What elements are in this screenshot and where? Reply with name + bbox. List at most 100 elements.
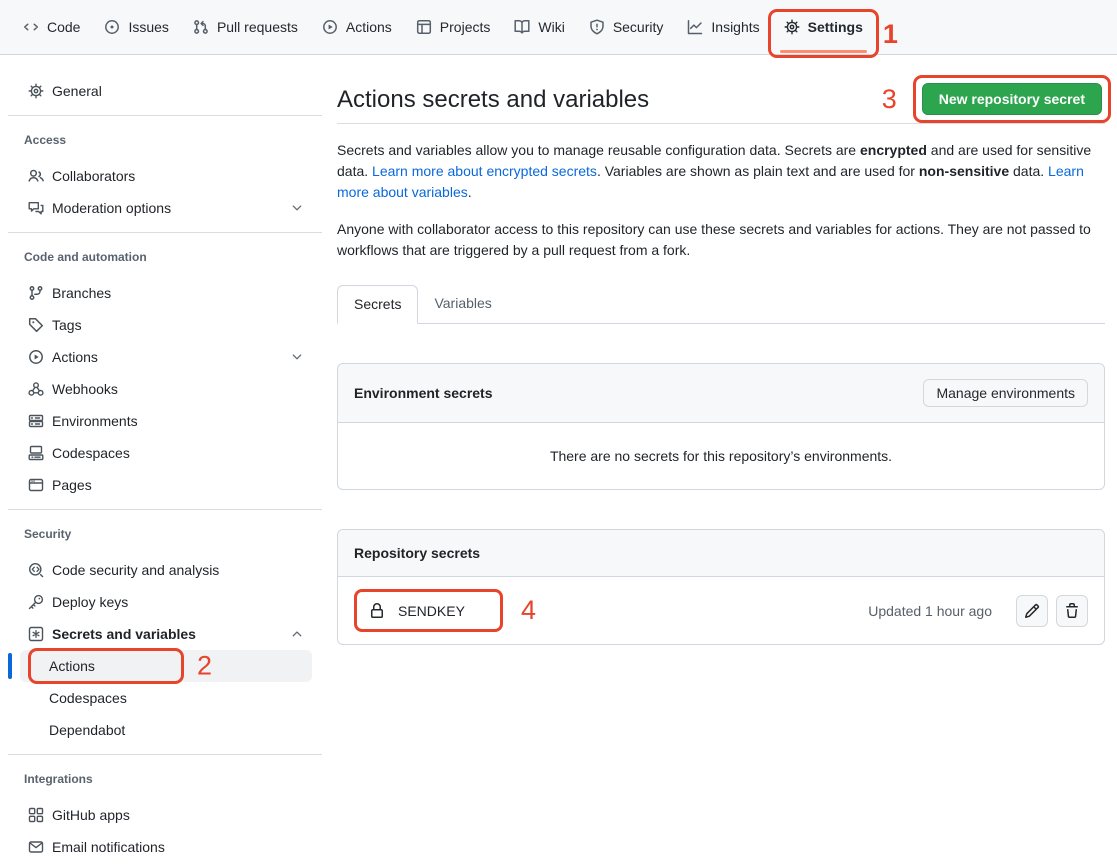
environment-secrets-header: Environment secrets Manage environments	[338, 364, 1104, 423]
sidebar-item-label: Deploy keys	[52, 594, 128, 610]
annotation-box-4: SENDKEY	[354, 589, 503, 632]
shield-icon	[589, 19, 605, 35]
nav-item-settings[interactable]: Settings1	[775, 0, 872, 54]
issue-opened-icon	[104, 19, 120, 35]
secrets-variables-tabs: SecretsVariables	[337, 285, 1105, 324]
sidebar-item-webhooks[interactable]: Webhooks	[20, 373, 312, 405]
codespaces-icon	[28, 445, 44, 461]
book-icon	[514, 19, 530, 35]
settings-sidebar: GeneralAccessCollaboratorsModeration opt…	[0, 55, 330, 863]
annotation-number-2: 2	[197, 653, 212, 680]
page-title: Actions secrets and variables	[337, 84, 649, 115]
comment-discussion-icon	[28, 200, 44, 216]
sidebar-item-label: Actions	[52, 349, 98, 365]
sidebar-item-label: Secrets and variables	[52, 626, 196, 642]
intro-text-segment: Secrets and variables allow you to manag…	[337, 142, 860, 158]
sidebar-item-label: Code security and analysis	[52, 562, 219, 578]
code-icon	[23, 19, 39, 35]
top-nav-list: Code Issues Pull requests Actions Projects Wi…	[14, 0, 872, 54]
nav-item-security[interactable]: Security	[580, 0, 673, 54]
sidebar-divider	[8, 232, 322, 233]
nav-item-label: Issues	[128, 19, 168, 35]
sidebar-item-label: Webhooks	[52, 381, 118, 397]
sidebar-section-header-code-and-automation: Code and automation	[24, 249, 306, 265]
sidebar-item-tags[interactable]: Tags	[20, 309, 312, 341]
sidebar-item-email-notifications[interactable]: Email notifications	[20, 831, 312, 863]
git-branch-icon	[28, 285, 44, 301]
sidebar-item-branches[interactable]: Branches	[20, 277, 312, 309]
environment-secrets-empty-message: There are no secrets for this repository…	[338, 423, 1104, 489]
sidebar-item-general[interactable]: General	[20, 75, 312, 107]
chevron-up-icon	[290, 627, 304, 641]
sidebar-divider	[8, 754, 322, 755]
sidebar-item-github-apps[interactable]: GitHub apps	[20, 799, 312, 831]
tab-secrets[interactable]: Secrets	[337, 285, 418, 324]
intro-text-segment: .	[468, 184, 472, 200]
sidebar-item-environments[interactable]: Environments	[20, 405, 312, 437]
key-asterisk-icon	[28, 626, 44, 642]
tag-icon	[28, 317, 44, 333]
trash-icon	[1064, 603, 1080, 619]
tab-variables[interactable]: Variables	[418, 285, 507, 324]
sidebar-subitem-secrets-and-variables-dependabot[interactable]: Dependabot	[20, 714, 312, 746]
sidebar-item-label: Tags	[52, 317, 82, 333]
repository-secrets-title: Repository secrets	[354, 545, 480, 561]
sidebar-item-secrets-and-variables[interactable]: Secrets and variables	[20, 618, 312, 650]
nav-item-pull-requests[interactable]: Pull requests	[184, 0, 307, 54]
sidebar-subitem-label: Dependabot	[49, 722, 125, 738]
gear-icon	[784, 19, 800, 35]
nav-item-insights[interactable]: Insights	[678, 0, 768, 54]
nav-item-label: Actions	[346, 19, 392, 35]
nav-item-projects[interactable]: Projects	[407, 0, 500, 54]
chevron-down-icon	[290, 350, 304, 364]
graph-icon	[687, 19, 703, 35]
new-repository-secret-button[interactable]: New repository secret	[922, 83, 1102, 115]
sidebar-item-actions[interactable]: Actions	[20, 341, 312, 373]
nav-item-label: Pull requests	[217, 19, 298, 35]
sidebar-section-header-integrations: Integrations	[24, 771, 306, 787]
nav-item-issues[interactable]: Issues	[95, 0, 177, 54]
main-content: Actions secrets and variables 3 New repo…	[330, 55, 1117, 645]
sidebar-item-label: Environments	[52, 413, 138, 429]
sidebar-subitem-label: Codespaces	[49, 690, 127, 706]
pencil-icon	[1024, 603, 1040, 619]
annotation-number-3: 3	[882, 86, 897, 113]
sidebar-item-moderation-options[interactable]: Moderation options	[20, 192, 312, 224]
nav-item-code[interactable]: Code	[14, 0, 89, 54]
manage-environments-button[interactable]: Manage environments	[923, 379, 1088, 407]
sidebar-item-collaborators[interactable]: Collaborators	[20, 160, 312, 192]
edit-secret-button[interactable]	[1016, 595, 1048, 627]
secret-updated-time: Updated 1 hour ago	[868, 603, 992, 619]
nav-item-actions[interactable]: Actions	[313, 0, 401, 54]
page-header: Actions secrets and variables 3 New repo…	[337, 83, 1105, 124]
play-icon	[28, 349, 44, 365]
sidebar-item-deploy-keys[interactable]: Deploy keys	[20, 586, 312, 618]
sidebar-item-pages[interactable]: Pages	[20, 469, 312, 501]
nav-item-label: Insights	[711, 19, 759, 35]
sidebar-item-codespaces[interactable]: Codespaces	[20, 437, 312, 469]
nav-item-label: Projects	[440, 19, 491, 35]
sidebar-item-label: Pages	[52, 477, 92, 493]
repository-secrets-list: SENDKEY 4 Updated 1 hour ago	[338, 577, 1104, 644]
sidebar-item-code-security-and-analysis[interactable]: Code security and analysis	[20, 554, 312, 586]
repository-secrets-box: Repository secrets SENDKEY 4 Updated 1 hou…	[337, 529, 1105, 645]
sidebar-item-label: Collaborators	[52, 168, 135, 184]
learn-more-link[interactable]: Learn more about encrypted secrets	[372, 163, 597, 179]
sidebar-divider	[8, 115, 322, 116]
delete-secret-button[interactable]	[1056, 595, 1088, 627]
lock-icon	[369, 603, 385, 619]
new-secret-button-area: 3 New repository secret	[922, 83, 1102, 115]
intro-text-segment: data.	[1009, 163, 1048, 179]
nav-item-label: Code	[47, 19, 80, 35]
people-icon	[28, 168, 44, 184]
sidebar-item-label: Email notifications	[52, 839, 165, 855]
nav-item-wiki[interactable]: Wiki	[505, 0, 573, 54]
annotation-number-4: 4	[521, 597, 536, 624]
git-pull-request-icon	[193, 19, 209, 35]
browser-icon	[28, 477, 44, 493]
nav-item-label: Settings	[808, 19, 863, 35]
secret-name: SENDKEY	[398, 603, 465, 619]
sidebar-subitem-secrets-and-variables-actions[interactable]: Actions2	[20, 650, 312, 682]
repository-secrets-header: Repository secrets	[338, 530, 1104, 577]
sidebar-subitem-secrets-and-variables-codespaces[interactable]: Codespaces	[20, 682, 312, 714]
